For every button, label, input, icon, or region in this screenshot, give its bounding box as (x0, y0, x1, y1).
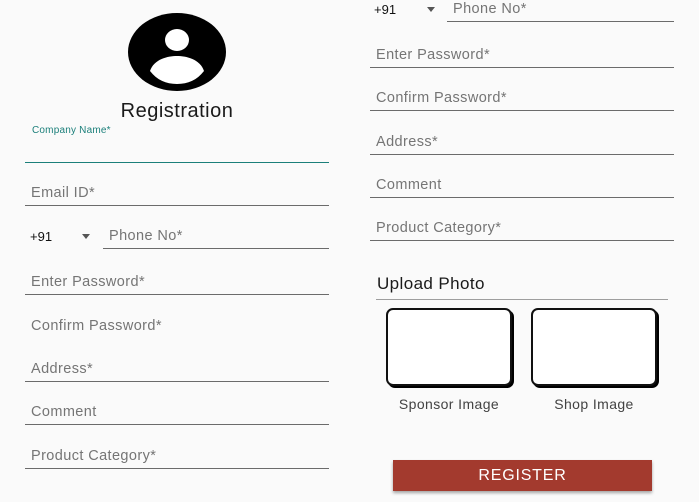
password-field[interactable]: Enter Password* (25, 269, 329, 295)
country-code-select[interactable]: +91 (374, 2, 396, 17)
address-placeholder: Address* (376, 134, 439, 150)
product-category-field[interactable]: Product Category* (25, 443, 329, 469)
confirm-password-field[interactable]: Confirm Password* (25, 313, 329, 339)
left-form-pane: Registration Company Name* Email ID* +91… (0, 0, 350, 502)
account-circle-icon[interactable] (128, 13, 226, 91)
confirm-password-field[interactable]: Confirm Password* (370, 85, 674, 111)
email-field[interactable]: Email ID* (25, 180, 329, 206)
company-name-field[interactable] (25, 136, 329, 163)
product-category-field[interactable]: Product Category* (370, 215, 674, 241)
arrow-drop-down-icon[interactable] (82, 234, 90, 239)
page-title: Registration (120, 100, 234, 122)
confirm-password-placeholder: Confirm Password* (31, 318, 162, 334)
phone-field[interactable]: Phone No* (103, 223, 329, 249)
address-placeholder: Address* (31, 361, 94, 377)
sponsor-image-label: Sponsor Image (398, 396, 500, 412)
address-field[interactable]: Address* (25, 356, 329, 382)
product-category-placeholder: Product Category* (31, 448, 157, 464)
register-button[interactable]: REGISTER (393, 460, 652, 491)
comment-field[interactable]: Comment (370, 172, 674, 198)
upload-divider (376, 299, 668, 300)
email-placeholder: Email ID* (31, 185, 96, 201)
confirm-password-placeholder: Confirm Password* (376, 90, 507, 106)
sponsor-image-picker[interactable] (386, 308, 512, 386)
country-code-select[interactable]: +91 (30, 229, 52, 244)
company-name-label: Company Name* (32, 125, 111, 136)
product-category-placeholder: Product Category* (376, 220, 502, 236)
phone-field[interactable]: Phone No* (447, 0, 674, 22)
phone-placeholder: Phone No* (109, 228, 183, 244)
password-placeholder: Enter Password* (31, 274, 145, 290)
phone-placeholder: Phone No* (453, 1, 527, 17)
password-placeholder: Enter Password* (376, 47, 490, 63)
upload-photo-heading: Upload Photo (377, 274, 485, 293)
comment-placeholder: Comment (31, 404, 97, 420)
comment-placeholder: Comment (376, 177, 442, 193)
address-field[interactable]: Address* (370, 129, 674, 155)
comment-field[interactable]: Comment (25, 399, 329, 425)
shop-image-label: Shop Image (554, 396, 634, 412)
right-form-pane (350, 0, 699, 502)
password-field[interactable]: Enter Password* (370, 42, 674, 68)
shop-image-picker[interactable] (531, 308, 657, 386)
arrow-drop-down-icon[interactable] (427, 7, 435, 12)
